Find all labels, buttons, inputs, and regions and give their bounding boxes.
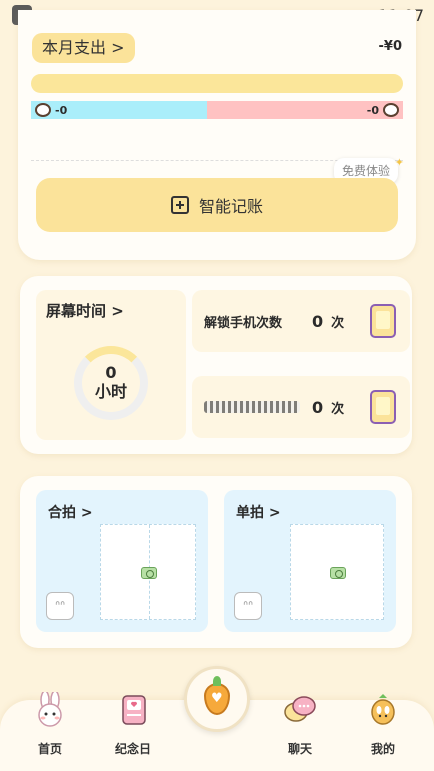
group-photo-panel[interactable]: 合拍 > ᐢᐢ [36,490,208,632]
carrot-profile-icon [365,692,401,728]
nav-home[interactable]: 首页 [15,690,85,771]
center-carrot-button[interactable] [184,666,250,732]
monthly-expense-link[interactable]: 本月支出 > [32,33,135,63]
nav-profile[interactable]: 我的 [348,694,418,771]
unlock-unit: 次 [331,315,345,331]
sparkle-icon: ✦ [394,156,404,169]
phone-icon [370,390,396,424]
photo-card: 合拍 > ᐢᐢ 单拍 > ᐢᐢ [20,476,412,648]
add-box-icon [170,196,189,214]
nav-chat-label: 聊天 [287,742,312,756]
nav-home-label: 首页 [37,742,62,756]
nav-chat[interactable]: 聊天 [265,696,335,771]
blurred-label [204,401,300,413]
bunny-icon [32,690,68,728]
expense-card: 本月支出 > -¥0 -0 -0 免费体验 ✦ 智能记账 [18,10,416,260]
girl-avatar-icon [35,103,51,117]
screen-time-card: 屏幕时间 > 0 小时 解锁手机次数 0 次 0 次 [20,276,412,454]
expense-progress-bar [31,74,403,93]
single-photo-title[interactable]: 单拍 > [236,502,281,522]
hours-unit: 小时 [94,382,127,401]
unlock-count-box[interactable]: 解锁手机次数 0 次 [192,290,410,352]
screen-time-panel[interactable]: 屏幕时间 > 0 小时 [36,290,186,440]
anniversary-book-icon [115,692,151,728]
camera-icon [330,567,346,579]
nav-anniversary[interactable]: 纪念日 [98,695,168,771]
screen-time-title[interactable]: 屏幕时间 > [46,300,124,321]
unlock-count: 0 [312,311,324,331]
single-photo-panel[interactable]: 单拍 > ᐢᐢ [224,490,396,632]
second-unit: 次 [331,401,345,417]
unlock-label: 解锁手机次数 [204,315,283,331]
split-left: -0 [31,101,207,119]
nav-anniversary-label: 纪念日 [114,742,151,756]
carrot-heart-icon [204,676,230,715]
phone-unlock-icon [370,304,396,338]
bunny-sticker-button[interactable]: ᐢᐢ [234,592,262,620]
second-count: 0 [312,397,324,417]
single-photo-frame[interactable] [290,524,384,620]
hours-value: 0 [105,363,117,382]
expense-split-bar: -0 -0 [31,101,403,119]
smart-bookkeeping-button[interactable]: 智能记账 [36,178,398,232]
nav-profile-label: 我的 [370,742,395,756]
left-value: -0 [55,103,68,117]
screen-time-ring: 0 小时 [74,346,148,420]
split-right: -0 [207,101,403,119]
bunny-sticker-button[interactable]: ᐢᐢ [46,592,74,620]
group-photo-frame[interactable] [100,524,196,620]
group-photo-title[interactable]: 合拍 > [48,502,93,522]
camera-icon [141,567,157,579]
smart-bookkeeping-label: 智能记账 [198,197,263,216]
right-value: -0 [366,103,379,117]
expense-amount: -¥0 [378,39,403,54]
boy-avatar-icon [383,103,399,117]
chat-bubbles-icon [282,692,318,728]
second-count-box[interactable]: 0 次 [192,376,410,438]
